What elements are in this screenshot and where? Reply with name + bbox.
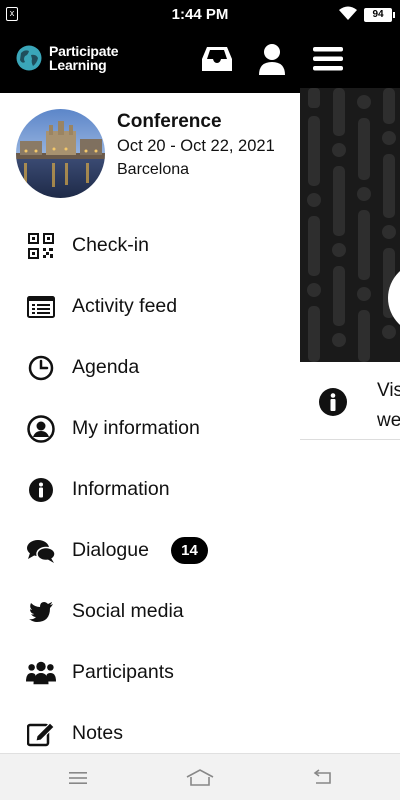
hamburger-menu-icon: [313, 47, 343, 71]
event-photo: [16, 109, 105, 198]
users-icon: [26, 658, 56, 688]
navigation-drawer: Conference Oct 20 - Oct 22, 2021 Barcelo…: [0, 93, 300, 753]
menu-item-label: Check-in: [72, 234, 149, 256]
menu-item-label: Participants: [72, 661, 174, 683]
menu-item-check-in[interactable]: Check-in: [0, 215, 300, 276]
qr-code-icon: [26, 231, 56, 261]
menu-item-label: Activity feed: [72, 295, 178, 317]
menu-item-activity-feed[interactable]: Activity feed: [0, 276, 300, 337]
menu-item-label: Agenda: [72, 356, 140, 378]
event-name: Conference: [117, 111, 222, 132]
event-location: Barcelona: [117, 161, 190, 178]
info-icon: [26, 475, 56, 505]
inbox-icon: [202, 47, 232, 71]
banner-pattern: [307, 88, 400, 362]
menu-item-participants[interactable]: Participants: [0, 642, 300, 703]
event-header[interactable]: Conference Oct 20 - Oct 22, 2021 Barcelo…: [16, 109, 296, 199]
logo-line1: Participate: [49, 43, 119, 59]
system-nav-bar: [0, 753, 400, 800]
menu-item-label: My information: [72, 417, 200, 439]
globe-logo-icon: [16, 45, 42, 71]
menu-item-information[interactable]: Information: [0, 459, 300, 520]
event-dates: Oct 20 - Oct 22, 2021: [117, 137, 275, 155]
menu-item-agenda[interactable]: Agenda: [0, 337, 300, 398]
wifi-icon: [339, 6, 357, 20]
info-icon: [319, 388, 347, 416]
clock-icon: [26, 353, 56, 383]
battery-icon: 94: [364, 8, 395, 22]
unread-count-badge: 14: [171, 537, 208, 564]
home-button[interactable]: [185, 766, 215, 790]
profile-button[interactable]: [255, 42, 289, 76]
logo-line2: Learning: [49, 57, 107, 73]
recents-icon: [69, 772, 87, 784]
recents-button[interactable]: [63, 766, 93, 790]
menu-button[interactable]: [311, 42, 345, 76]
menu-item-notes[interactable]: Notes: [0, 703, 300, 753]
app-logo[interactable]: Participate Learning: [16, 43, 119, 73]
menu-item-my-information[interactable]: My information: [0, 398, 300, 459]
status-bar: x 1:44 PM 94: [0, 0, 400, 30]
event-banner-image: [300, 88, 400, 362]
menu-item-label: Social media: [72, 600, 184, 622]
home-icon: [186, 769, 214, 786]
info-notice-text: Vis we: [377, 380, 400, 431]
drawer-menu: Check-in Activity feed Agenda My informa…: [0, 215, 300, 753]
inbox-button[interactable]: [200, 42, 234, 76]
profile-icon: [259, 44, 285, 75]
back-button[interactable]: [307, 766, 337, 790]
menu-item-dialogue[interactable]: Dialogue 14: [0, 520, 300, 581]
chat-bubbles-icon: [26, 536, 56, 566]
app-bar: Participate Learning: [0, 30, 400, 93]
info-notice[interactable]: Vis we: [300, 362, 400, 440]
list-icon: [26, 292, 56, 322]
edit-note-icon: [26, 719, 56, 749]
menu-item-social-media[interactable]: Social media: [0, 581, 300, 642]
back-icon: [313, 769, 331, 784]
user-circle-icon: [26, 414, 56, 444]
twitter-icon: [26, 597, 56, 627]
menu-item-label: Notes: [72, 722, 123, 744]
menu-item-label: Dialogue: [72, 539, 149, 561]
menu-item-label: Information: [72, 478, 170, 500]
